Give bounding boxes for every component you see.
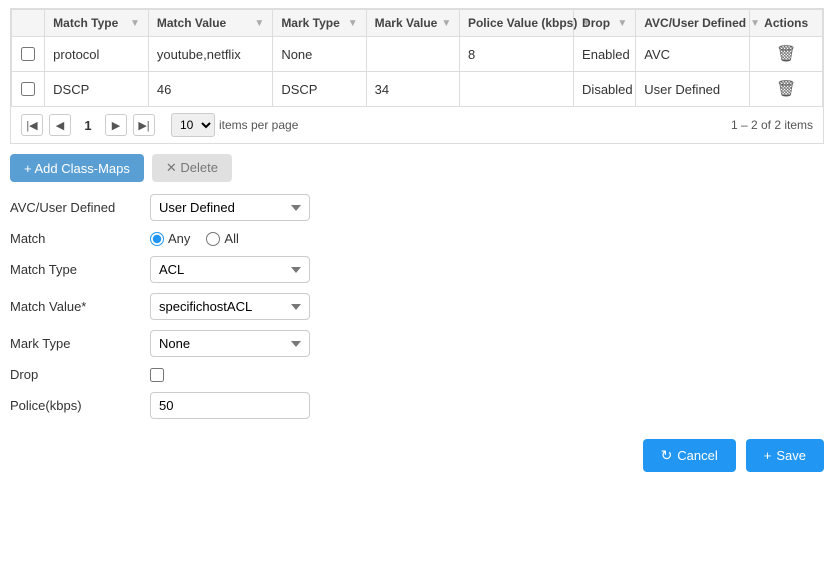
row1-match-value: youtube,netflix <box>148 37 272 72</box>
row2-mark-value: 34 <box>366 72 459 107</box>
row2-checkbox[interactable] <box>21 82 35 96</box>
row1-actions: 🗑 <box>750 37 823 72</box>
per-page-select[interactable]: 10 20 50 <box>171 113 215 137</box>
col-header-mark-value[interactable]: Mark Value ▼ <box>366 10 459 37</box>
row2-delete-button[interactable]: 🗑 <box>776 81 796 98</box>
col-header-police[interactable]: Police Value (kbps) ▼ <box>459 10 573 37</box>
total-items-label: 1 – 2 of 2 items <box>731 118 813 132</box>
avc-label: AVC/User Defined <box>10 200 150 215</box>
drop-form-row: Drop <box>10 367 824 382</box>
sort-icon-match-value: ▼ <box>254 18 264 29</box>
match-any-radio[interactable] <box>150 232 164 246</box>
col-header-match-value[interactable]: Match Value ▼ <box>148 10 272 37</box>
drop-control <box>150 368 164 382</box>
table-row: protocol youtube,netflix None 8 Enabled … <box>12 37 823 72</box>
match-radio-group: Any All <box>150 231 239 246</box>
match-any-radio-item[interactable]: Any <box>150 231 190 246</box>
row1-delete-button[interactable]: 🗑 <box>776 46 796 63</box>
row2-mark-type: DSCP <box>273 72 366 107</box>
first-page-button[interactable]: |◀ <box>21 114 43 136</box>
next-page-button[interactable]: ▶ <box>105 114 127 136</box>
table-row: DSCP 46 DSCP 34 Disabled User Defined 🗑 <box>12 72 823 107</box>
save-button[interactable]: + Save <box>746 439 824 472</box>
row2-match-value: 46 <box>148 72 272 107</box>
save-icon: + <box>764 448 772 463</box>
match-any-label: Any <box>168 231 190 246</box>
col-header-match-type[interactable]: Match Type ▼ <box>45 10 149 37</box>
avc-form-row: AVC/User Defined User Defined AVC <box>10 194 824 221</box>
cancel-icon: ↻ <box>661 447 673 464</box>
match-value-select[interactable]: specifichostACL anotherACL <box>150 293 310 320</box>
pagination-bar: |◀ ◀ 1 ▶ ▶| 10 20 50 items per page 1 – … <box>10 107 824 144</box>
row1-mark-value <box>366 37 459 72</box>
row1-match-type: protocol <box>45 37 149 72</box>
match-value-label: Match Value* <box>10 299 150 314</box>
match-type-control: ACL DSCP Protocol <box>150 256 310 283</box>
match-type-select[interactable]: ACL DSCP Protocol <box>150 256 310 283</box>
row1-mark-type: None <box>273 37 366 72</box>
col-header-avc[interactable]: AVC/User Defined ▼ <box>636 10 750 37</box>
police-control <box>150 392 310 419</box>
sort-icon-mark-type: ▼ <box>348 18 358 29</box>
match-value-control: specifichostACL anotherACL <box>150 293 310 320</box>
sort-icon-mark-value: ▼ <box>441 18 451 29</box>
match-value-form-row: Match Value* specifichostACL anotherACL <box>10 293 824 320</box>
row2-drop: Disabled <box>574 72 636 107</box>
form-section: AVC/User Defined User Defined AVC Match … <box>10 190 824 419</box>
row2-police <box>459 72 573 107</box>
row2-avc: User Defined <box>636 72 750 107</box>
per-page-select-wrap: 10 20 50 items per page <box>171 113 298 137</box>
col-header-drop[interactable]: Drop ▼ <box>574 10 636 37</box>
row1-avc: AVC <box>636 37 750 72</box>
row2-match-type: DSCP <box>45 72 149 107</box>
match-all-label: All <box>224 231 238 246</box>
mark-type-form-row: Mark Type None DSCP CoS <box>10 330 824 357</box>
col-header-checkbox <box>12 10 45 37</box>
row1-checkbox[interactable] <box>21 47 35 61</box>
action-buttons-row: + Add Class-Maps ✕ Delete <box>10 144 824 190</box>
class-maps-table: Match Type ▼ Match Value ▼ Mark Type <box>10 8 824 107</box>
match-all-radio[interactable] <box>206 232 220 246</box>
match-type-label: Match Type <box>10 262 150 277</box>
row1-police: 8 <box>459 37 573 72</box>
police-label: Police(kbps) <box>10 398 150 413</box>
match-label: Match <box>10 231 150 246</box>
sort-icon-match-type: ▼ <box>130 18 140 29</box>
delete-button[interactable]: ✕ Delete <box>152 154 232 182</box>
cancel-button[interactable]: ↻ Cancel <box>643 439 736 472</box>
row1-checkbox-cell[interactable] <box>12 37 45 72</box>
match-all-radio-item[interactable]: All <box>206 231 238 246</box>
mark-type-label: Mark Type <box>10 336 150 351</box>
row2-checkbox-cell[interactable] <box>12 72 45 107</box>
mark-type-select[interactable]: None DSCP CoS <box>150 330 310 357</box>
col-header-mark-type[interactable]: Mark Type ▼ <box>273 10 366 37</box>
mark-type-control: None DSCP CoS <box>150 330 310 357</box>
avc-select[interactable]: User Defined AVC <box>150 194 310 221</box>
sort-icon-avc: ▼ <box>750 18 760 29</box>
bottom-buttons: ↻ Cancel + Save <box>10 429 824 472</box>
row1-drop: Enabled <box>574 37 636 72</box>
last-page-button[interactable]: ▶| <box>133 114 155 136</box>
sort-icon-drop: ▼ <box>617 18 627 29</box>
drop-checkbox[interactable] <box>150 368 164 382</box>
match-form-row: Match Any All <box>10 231 824 246</box>
row2-actions: 🗑 <box>750 72 823 107</box>
avc-control: User Defined AVC <box>150 194 310 221</box>
police-form-row: Police(kbps) <box>10 392 824 419</box>
add-class-maps-button[interactable]: + Add Class-Maps <box>10 154 144 182</box>
prev-page-button[interactable]: ◀ <box>49 114 71 136</box>
match-type-form-row: Match Type ACL DSCP Protocol <box>10 256 824 283</box>
items-per-page-label: items per page <box>219 118 298 132</box>
police-input[interactable] <box>150 392 310 419</box>
col-header-actions: Actions <box>750 10 823 37</box>
drop-label: Drop <box>10 367 150 382</box>
current-page: 1 <box>77 114 99 136</box>
